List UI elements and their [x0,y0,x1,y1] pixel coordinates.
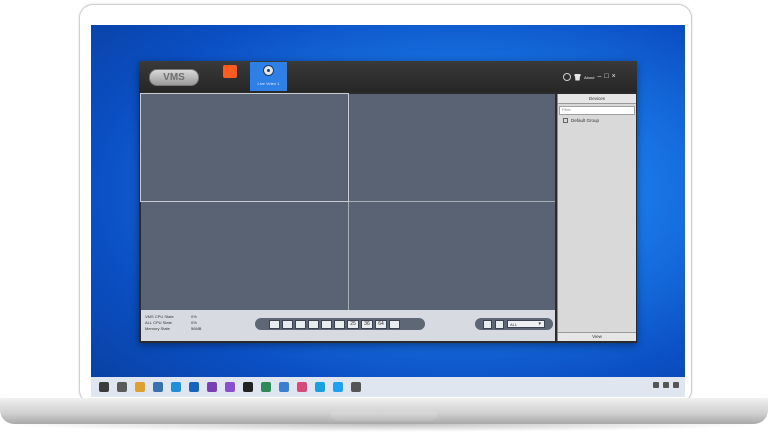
globe-icon[interactable] [563,73,571,81]
tab-live-video[interactable]: Live Video 1 [250,62,287,91]
layout-36-button[interactable]: 36 [361,319,373,329]
devices-panel: Devices Filter Default Group View [557,94,636,341]
video-pane-3[interactable] [141,202,348,310]
settings-icon[interactable] [351,382,361,392]
task-view-icon[interactable] [99,382,109,392]
home-tab-icon[interactable] [223,65,237,78]
chevron-down-icon: ▾ [538,321,541,327]
bottom-toolbar: VMS CPU State 0% ALL CPU State 0% Memory S… [141,310,555,341]
view-button[interactable]: View [558,332,636,341]
xbox-icon[interactable] [261,382,271,392]
layout-4-button[interactable] [282,319,293,329]
layout-1-button[interactable] [269,319,280,329]
layout-6-button[interactable] [295,319,306,329]
system-stats: VMS CPU State 0% ALL CPU State 0% Memory S… [145,314,201,332]
photos-icon[interactable] [279,382,289,392]
about-button[interactable]: About [584,75,594,80]
layout-16-button[interactable] [334,319,345,329]
vms-window: VMS Live Video 1 About – □ × › VMS CPU S… [139,61,637,343]
save-icon[interactable] [483,319,492,329]
stat-value: 56MB [191,326,202,331]
snapshot-icon[interactable] [495,319,504,329]
terminal-icon[interactable] [243,382,253,392]
video-grid [140,93,555,310]
network-icon[interactable] [653,382,659,388]
volume-icon[interactable] [663,382,669,388]
camera-icon [263,65,274,76]
twitter-icon[interactable] [333,382,343,392]
channel-select-value: ALL [510,322,518,327]
minimize-button[interactable]: – [597,73,601,81]
laptop-shadow [0,424,768,432]
stat-label: Memory State [145,326,170,331]
layout-64-button[interactable]: 64 [375,319,387,329]
visual-studio-icon[interactable] [225,382,235,392]
skin-icon[interactable] [574,73,581,81]
video-pane-1[interactable] [140,93,349,202]
paint-icon[interactable] [297,382,307,392]
edge-icon[interactable] [171,382,181,392]
devices-header: Devices [558,94,636,104]
video-pane-2[interactable] [349,94,555,201]
record-controls: ALL ▾ [475,318,553,330]
laptop-notch [330,412,438,421]
filter-input[interactable]: Filter [559,106,635,115]
folder-icon[interactable] [135,382,145,392]
maximize-button[interactable]: □ [604,73,608,81]
layout-8-button[interactable] [308,319,319,329]
channel-select[interactable]: ALL ▾ [507,320,545,328]
notification-icon[interactable] [673,382,679,388]
vms-logo: VMS [149,69,199,86]
tab-live-video-label: Live Video 1 [257,81,280,86]
tree-item-label: Default Group [571,118,600,123]
desktop-screen: VMS Live Video 1 About – □ × › VMS CPU S… [91,25,685,397]
skype-icon[interactable] [315,382,325,392]
windows-taskbar [91,377,685,397]
system-tray [653,382,679,388]
title-bar: VMS Live Video 1 About – □ × [139,61,637,92]
close-button[interactable]: × [612,73,616,81]
calendar-icon[interactable] [153,382,163,392]
group-icon [563,118,568,123]
video-pane-4[interactable] [349,202,555,310]
title-bar-controls: About – □ × [563,71,616,83]
outlook-icon[interactable] [189,382,199,392]
layout-25-button[interactable]: 25 [347,319,359,329]
tree-item-default-group[interactable]: Default Group [558,118,636,123]
car-app-icon[interactable] [117,382,127,392]
onenote-icon[interactable] [207,382,217,392]
fullscreen-button[interactable] [389,319,400,329]
layout-9-button[interactable] [321,319,332,329]
layout-selector: 25 36 64 [255,318,425,330]
